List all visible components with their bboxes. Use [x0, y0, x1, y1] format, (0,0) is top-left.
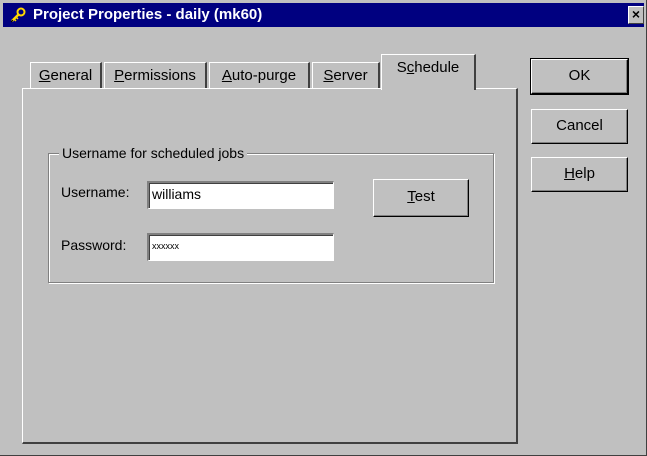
tab-permissions-label: ermissions — [124, 67, 196, 84]
tab-permissions[interactable]: Permissions — [104, 62, 207, 90]
close-icon: × — [631, 6, 641, 22]
test-button[interactable]: Test — [373, 179, 469, 217]
test-button-mnemonic: T — [407, 188, 415, 205]
close-button[interactable]: × — [628, 6, 644, 24]
cancel-button[interactable]: Cancel — [531, 109, 628, 144]
ok-button-label: OK — [568, 67, 591, 84]
test-button-label: est — [414, 188, 435, 205]
tab-auto-purge-label: uto-purge — [231, 67, 297, 84]
tab-server[interactable]: Server — [312, 62, 380, 90]
help-button-mnemonic: H — [564, 165, 575, 182]
cancel-button-label: Cancel — [556, 117, 603, 134]
groupbox-label: Username for scheduled jobs — [59, 144, 248, 162]
password-input[interactable]: xxxxxx — [147, 233, 334, 261]
tab-auto-purge-mnemonic: A — [221, 67, 232, 84]
tab-general[interactable]: General — [30, 62, 102, 90]
tab-server-label: erver — [333, 67, 368, 84]
tab-general-mnemonic: G — [38, 67, 51, 84]
tab-server-mnemonic: S — [323, 67, 334, 84]
username-groupbox: Username for scheduled jobs Username: wi… — [48, 144, 494, 283]
tab-schedule-label: hedule — [414, 59, 460, 76]
tab-permissions-mnemonic: P — [114, 67, 125, 84]
schedule-tab-panel: Username for scheduled jobs Username: wi… — [22, 88, 518, 444]
key-icon — [10, 7, 26, 23]
project-properties-dialog: Project Properties - daily (mk60) × Gene… — [0, 0, 647, 456]
ok-button[interactable]: OK — [530, 58, 629, 95]
username-input[interactable]: williams — [147, 181, 334, 209]
tab-schedule-label-start: S — [396, 59, 407, 76]
title-bar[interactable]: Project Properties - daily (mk60) × — [3, 3, 644, 27]
tab-auto-purge[interactable]: Auto-purge — [209, 62, 310, 90]
help-button-label: elp — [574, 165, 595, 182]
tab-general-label: eneral — [50, 67, 93, 84]
password-label: Password: — [61, 237, 127, 253]
username-label: Username: — [61, 184, 130, 200]
window-title: Project Properties - daily (mk60) — [33, 6, 263, 23]
tab-schedule[interactable]: Schedule — [381, 54, 476, 90]
help-button[interactable]: Help — [531, 157, 628, 192]
